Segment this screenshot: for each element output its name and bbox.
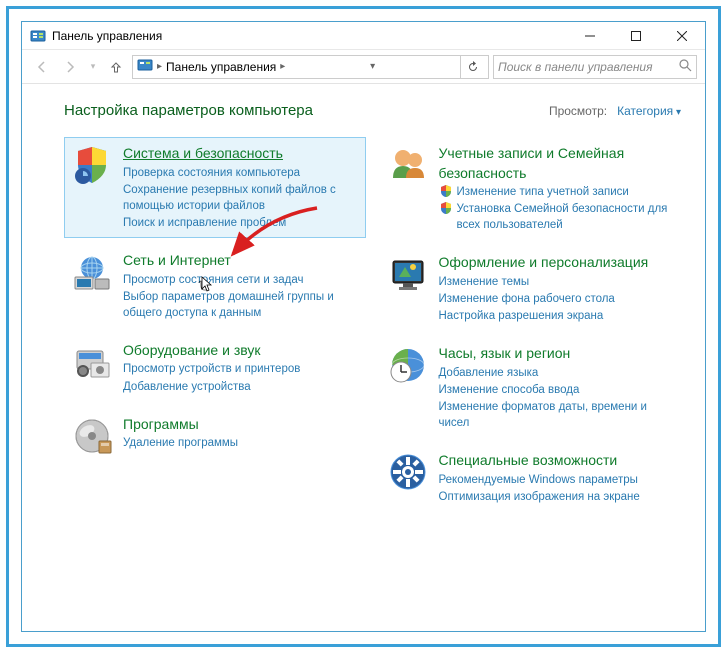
task-link-просмотр-устройств-и-принтеров[interactable]: Просмотр устройств и принтеров: [123, 361, 359, 377]
category-body: Учетные записи и Семейная безопасность Из…: [439, 144, 675, 233]
view-block: Просмотр: Категория: [549, 104, 681, 118]
address-dropdown-icon[interactable]: ▾: [364, 61, 382, 72]
chevron-right-icon[interactable]: ▸: [157, 61, 162, 72]
window: Панель управления ▾ ▸: [21, 21, 706, 632]
close-button[interactable]: [659, 22, 705, 50]
category-link-часы-язык-и-регион[interactable]: Часы, язык и регион: [439, 345, 571, 361]
category-body: Сеть и Интернет Просмотр состояния сети и…: [123, 251, 359, 321]
network-icon[interactable]: [71, 251, 113, 293]
content-area: Настройка параметров компьютера Просмотр…: [22, 84, 705, 631]
category-link-учетные-записи-и-семейная-безо[interactable]: Учетные записи и Семейная безопасность: [439, 145, 625, 181]
category-body: Специальные возможности Рекомендуемые Win…: [439, 451, 675, 505]
category-часы-язык-и-регион: Часы, язык и регионДобавление языкаИзмен…: [380, 337, 682, 438]
category-оборудование-и-звук: Оборудование и звук Просмотр устройств и …: [64, 334, 366, 402]
chevron-right-icon[interactable]: ▸: [280, 61, 285, 72]
task-link-изменение-способа-ввода[interactable]: Изменение способа ввода: [439, 382, 675, 398]
window-title: Панель управления: [52, 29, 162, 43]
hardware-icon[interactable]: [71, 341, 113, 383]
shield-icon[interactable]: [71, 144, 113, 186]
category-columns: Система и безопасность Проверка состояния…: [64, 137, 681, 518]
uac-shield-icon: [439, 184, 453, 198]
category-link-система-и-безопасность[interactable]: Система и безопасность: [123, 145, 283, 161]
category-body: Оборудование и звук Просмотр устройств и …: [123, 341, 359, 395]
category-программы: Программы Удаление программы: [64, 408, 366, 464]
category-link-специальные-возможности[interactable]: Специальные возможности: [439, 452, 618, 468]
appearance-icon[interactable]: [387, 253, 429, 295]
header-row: Настройка параметров компьютера Просмотр…: [64, 102, 681, 119]
navbar: ▾ ▸ Панель управления ▸ ▾: [22, 50, 705, 84]
task-link-рекомендуемые-windows-параметр[interactable]: Рекомендуемые Windows параметры: [439, 472, 675, 488]
addressbar[interactable]: ▸ Панель управления ▸ ▾: [132, 55, 489, 79]
right-column: Учетные записи и Семейная безопасность Из…: [380, 137, 682, 518]
outer-frame: Панель управления ▾ ▸: [6, 6, 721, 647]
task-link-row: Установка Семейной безопасности для всех…: [439, 200, 675, 233]
category-link-сеть-и-интернет[interactable]: Сеть и Интернет: [123, 252, 231, 268]
task-link-поиск-и-исправление-проблем[interactable]: Поиск и исправление проблем: [123, 215, 359, 231]
category-учетные-записи-и-семейная-безо: Учетные записи и Семейная безопасность Из…: [380, 137, 682, 240]
task-link-добавление-языка[interactable]: Добавление языка: [439, 365, 675, 381]
task-link-сохранение-резервных-копий-фай[interactable]: Сохранение резервных копий файлов с помо…: [123, 182, 359, 214]
up-button[interactable]: [104, 55, 128, 79]
task-link-изменение-форматов-даты-времен[interactable]: Изменение форматов даты, времени и чисел: [439, 399, 675, 431]
category-body: Часы, язык и регионДобавление языкаИзмен…: [439, 344, 675, 431]
clock-icon[interactable]: [387, 344, 429, 386]
search-icon[interactable]: [679, 59, 692, 75]
control-panel-icon: [137, 57, 153, 76]
task-link-row: Изменение типа учетной записи: [439, 183, 675, 200]
task-link-установка-семейной-безопасност[interactable]: Установка Семейной безопасности для всех…: [457, 201, 675, 233]
page-title: Настройка параметров компьютера: [64, 102, 313, 119]
task-link-выбор-параметров-домашней-груп[interactable]: Выбор параметров домашней группы и общег…: [123, 289, 359, 321]
window-controls: [567, 22, 705, 50]
category-оформление-и-персонализация: Оформление и персонализация Изменение тем…: [380, 246, 682, 331]
searchbox[interactable]: [493, 55, 697, 79]
search-input[interactable]: [498, 60, 679, 74]
task-link-просмотр-состояния-сети-и-зада[interactable]: Просмотр состояния сети и задач: [123, 272, 359, 288]
category-система-и-безопасность: Система и безопасность Проверка состояния…: [64, 137, 366, 238]
category-специальные-возможности: Специальные возможности Рекомендуемые Win…: [380, 444, 682, 512]
minimize-button[interactable]: [567, 22, 613, 50]
task-link-изменение-типа-учетной-записи[interactable]: Изменение типа учетной записи: [457, 184, 629, 200]
category-link-программы[interactable]: Программы: [123, 416, 199, 432]
category-link-оборудование-и-звук[interactable]: Оборудование и звук: [123, 342, 261, 358]
category-body: Система и безопасность Проверка состояния…: [123, 144, 359, 231]
control-panel-icon: [30, 28, 46, 44]
uac-shield-icon: [439, 201, 453, 215]
category-body: Оформление и персонализация Изменение тем…: [439, 253, 675, 324]
category-сеть-и-интернет: Сеть и Интернет Просмотр состояния сети и…: [64, 244, 366, 328]
task-link-изменение-фона-рабочего-стола[interactable]: Изменение фона рабочего стола: [439, 291, 675, 307]
forward-button[interactable]: [58, 55, 82, 79]
task-link-добавление-устройства[interactable]: Добавление устройства: [123, 379, 359, 395]
maximize-button[interactable]: [613, 22, 659, 50]
ease-icon[interactable]: [387, 451, 429, 493]
category-body: Программы Удаление программы: [123, 415, 359, 452]
task-link-настройка-разрешения-экрана[interactable]: Настройка разрешения экрана: [439, 308, 675, 324]
breadcrumb[interactable]: Панель управления: [166, 60, 276, 74]
refresh-button[interactable]: [460, 55, 484, 79]
titlebar: Панель управления: [22, 22, 705, 50]
left-column: Система и безопасность Проверка состояния…: [64, 137, 366, 470]
task-link-проверка-состояния-компьютера[interactable]: Проверка состояния компьютера: [123, 165, 359, 181]
task-link-изменение-темы[interactable]: Изменение темы: [439, 274, 675, 290]
category-link-оформление-и-персонализация[interactable]: Оформление и персонализация: [439, 254, 649, 270]
task-link-удаление-программы[interactable]: Удаление программы: [123, 435, 359, 451]
recent-dropdown[interactable]: ▾: [86, 55, 100, 79]
back-button[interactable]: [30, 55, 54, 79]
view-label: Просмотр:: [549, 104, 607, 118]
task-link-оптимизация-изображения-на-экр[interactable]: Оптимизация изображения на экране: [439, 489, 675, 505]
view-by-dropdown[interactable]: Категория: [617, 104, 681, 118]
users-icon[interactable]: [387, 144, 429, 186]
programs-icon[interactable]: [71, 415, 113, 457]
